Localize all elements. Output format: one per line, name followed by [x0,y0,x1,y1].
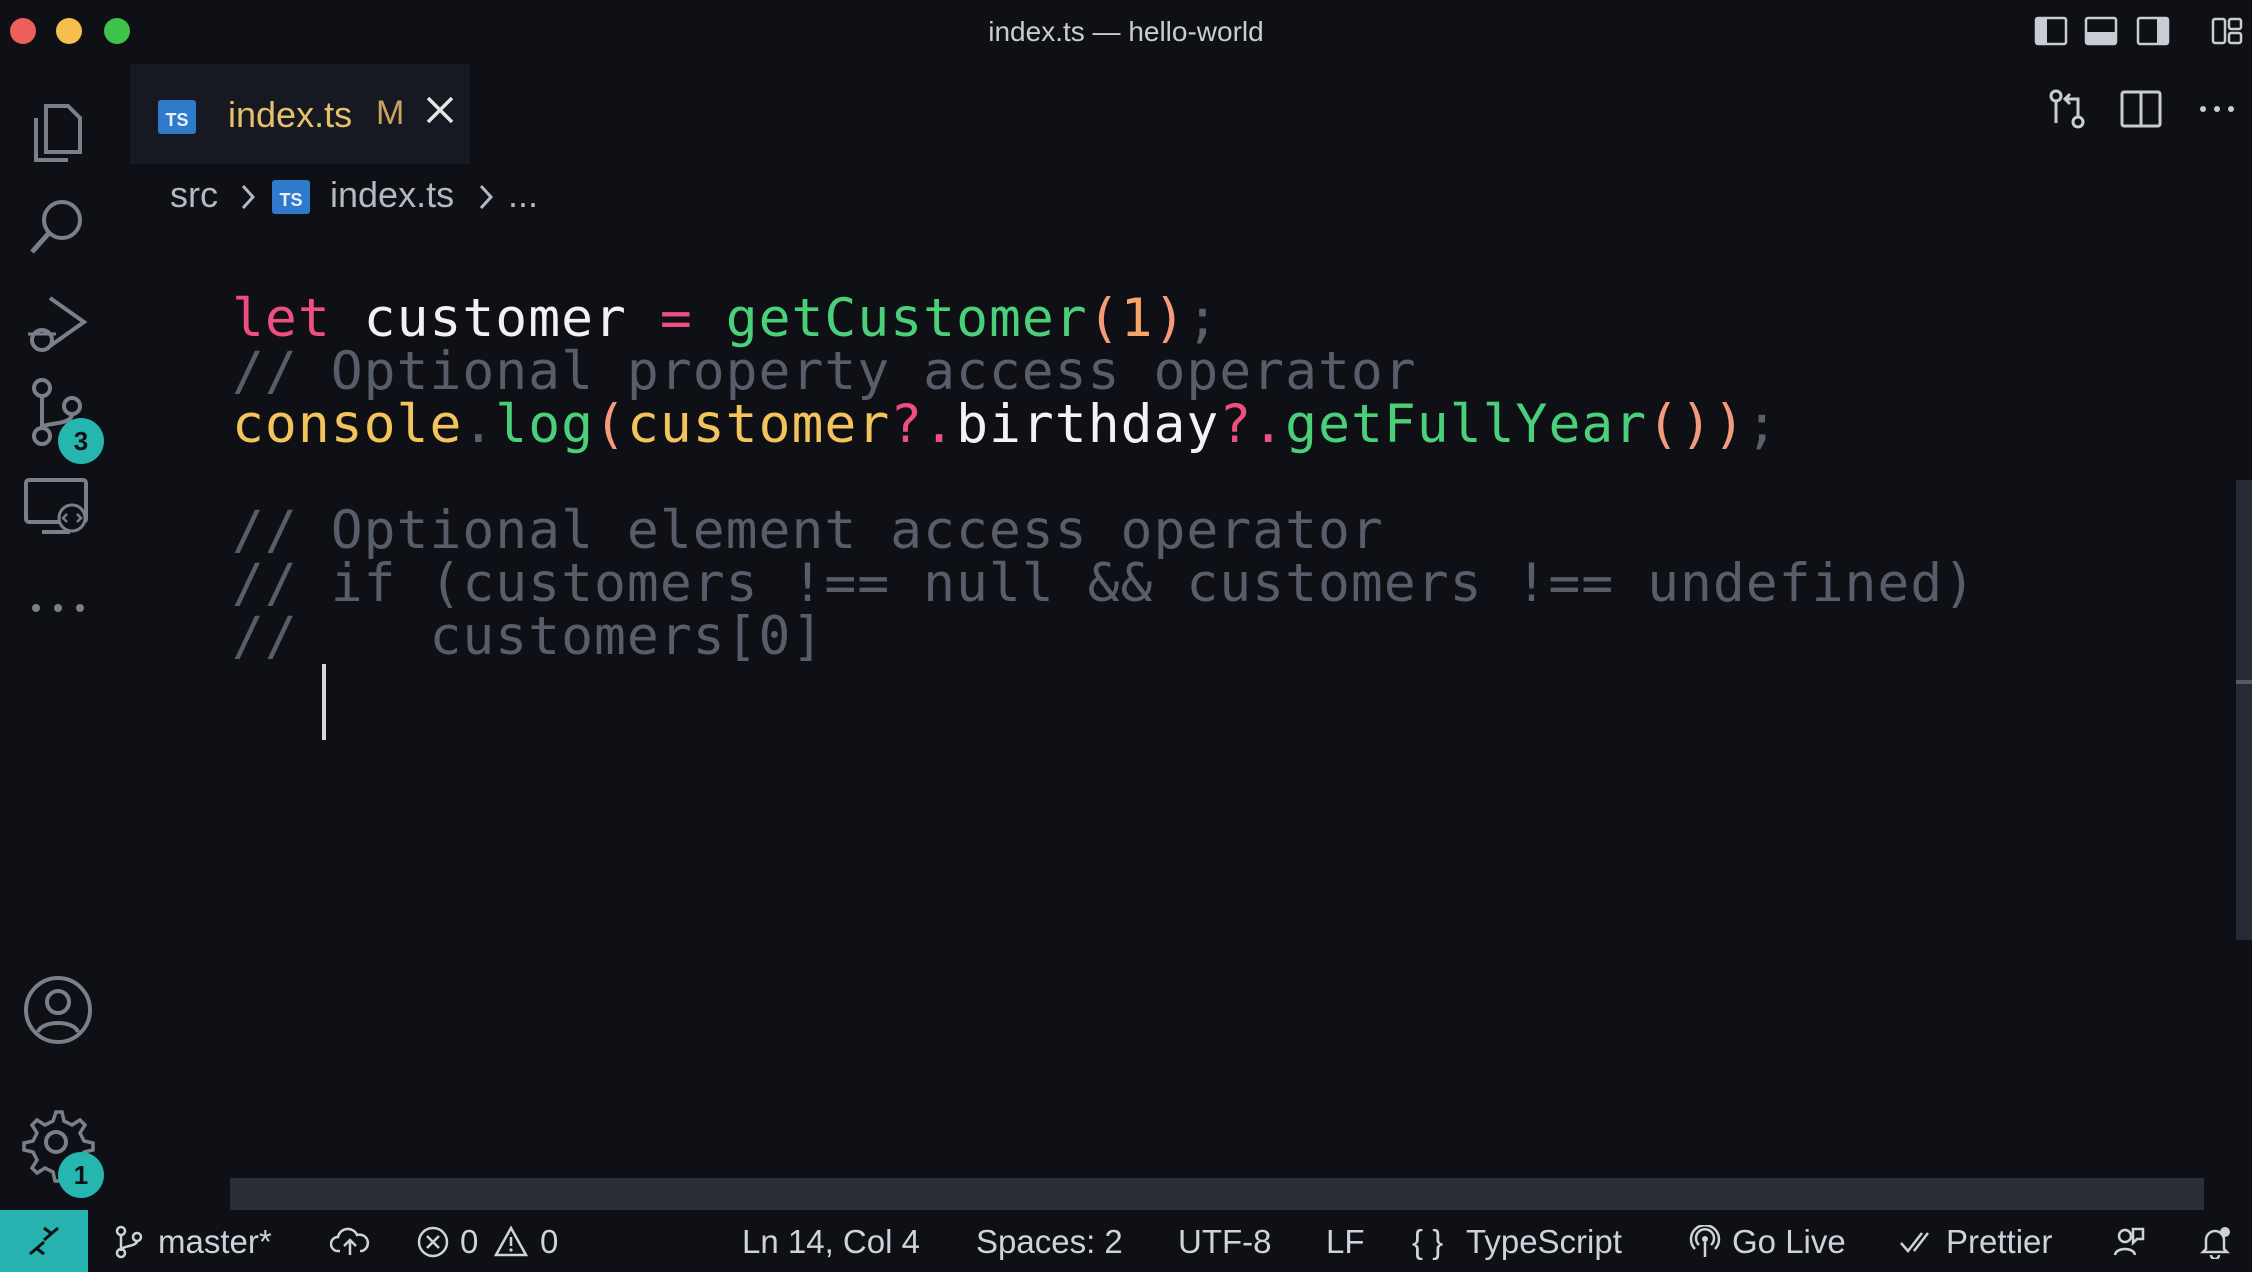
code-line-7: // customers[0] [232,606,825,667]
title-bar: index.ts — hello-world [0,0,2252,62]
sync-cloud-icon[interactable] [330,1225,370,1259]
explorer-icon[interactable] [18,92,98,172]
code-editor[interactable]: let customer = getCustomer(1); // Option… [118,240,2228,1170]
customize-layout-icon[interactable] [2210,14,2244,48]
source-control-badge: 3 [58,418,104,464]
feedback-icon[interactable] [2112,1225,2146,1259]
remote-icon [29,1226,59,1256]
search-icon[interactable] [18,186,98,266]
tab-label: index.ts [228,94,353,135]
close-icon[interactable] [422,92,458,128]
window-title: index.ts — hello-world [988,16,1264,47]
language-mode[interactable]: TypeScript [1466,1223,1622,1261]
source-control-button[interactable]: 3 [18,372,104,464]
more-views-icon[interactable] [18,568,98,648]
toggle-panel-icon[interactable] [2084,14,2118,48]
activity-bar: 3 1 [0,62,118,1210]
line-ending[interactable]: LF [1326,1223,1365,1261]
manage-settings-button[interactable]: 1 [18,1104,104,1204]
git-branch[interactable]: master* [158,1223,272,1261]
encoding[interactable]: UTF-8 [1178,1223,1272,1261]
chevron-right-icon [479,184,494,210]
text-cursor [322,664,326,740]
error-count[interactable]: 0 [460,1223,478,1261]
prettier-status[interactable]: Prettier [1946,1223,2052,1261]
remote-explorer-icon[interactable] [18,466,98,546]
editor-tab-bar: TS index.ts M [118,62,2252,164]
git-branch-icon [115,1225,143,1259]
remote-indicator[interactable] [0,1210,88,1272]
scrollbar-cursor-marker [2236,680,2252,684]
go-live-button[interactable]: Go Live [1732,1223,1846,1261]
cursor-position[interactable]: Ln 14, Col 4 [742,1223,920,1261]
split-editor-icon[interactable] [2118,86,2164,132]
broadcast-icon [1689,1225,1721,1257]
tab-index-ts[interactable]: TS index.ts M [130,64,470,164]
horizontal-scrollbar[interactable] [230,1178,2204,1210]
breadcrumb-symbol[interactable]: ... [508,174,538,216]
typescript-file-icon: TS [272,180,310,214]
breadcrumb-file[interactable]: index.ts [330,174,454,216]
typescript-file-icon: TS [158,100,196,134]
breadcrumb-folder[interactable]: src [170,174,218,216]
warning-count[interactable]: 0 [540,1223,558,1261]
accounts-icon[interactable] [18,970,98,1050]
toggle-secondary-sidebar-icon[interactable] [2136,14,2170,48]
double-check-icon [1900,1232,1929,1253]
code-line-3: console.log(customer?.birthday?.getFullY… [232,394,1779,455]
tab-modified-marker: M [376,94,405,132]
vertical-scrollbar[interactable] [2236,480,2252,940]
warning-icon [494,1225,528,1257]
error-icon [417,1226,449,1258]
indentation[interactable]: Spaces: 2 [976,1223,1123,1261]
notifications-bell-icon[interactable] [2198,1225,2232,1259]
language-mode-icon: { } [1412,1223,1444,1260]
open-changes-icon[interactable] [2044,86,2090,132]
status-bar: master* 0 0 Ln 14, Col 4 Spaces: 2 UTF-8… [0,1210,2252,1272]
chevron-right-icon [241,184,256,210]
toggle-primary-sidebar-icon[interactable] [2034,14,2068,48]
settings-badge: 1 [58,1152,104,1198]
more-actions-icon[interactable] [2194,86,2240,132]
run-and-debug-icon[interactable] [18,284,98,364]
